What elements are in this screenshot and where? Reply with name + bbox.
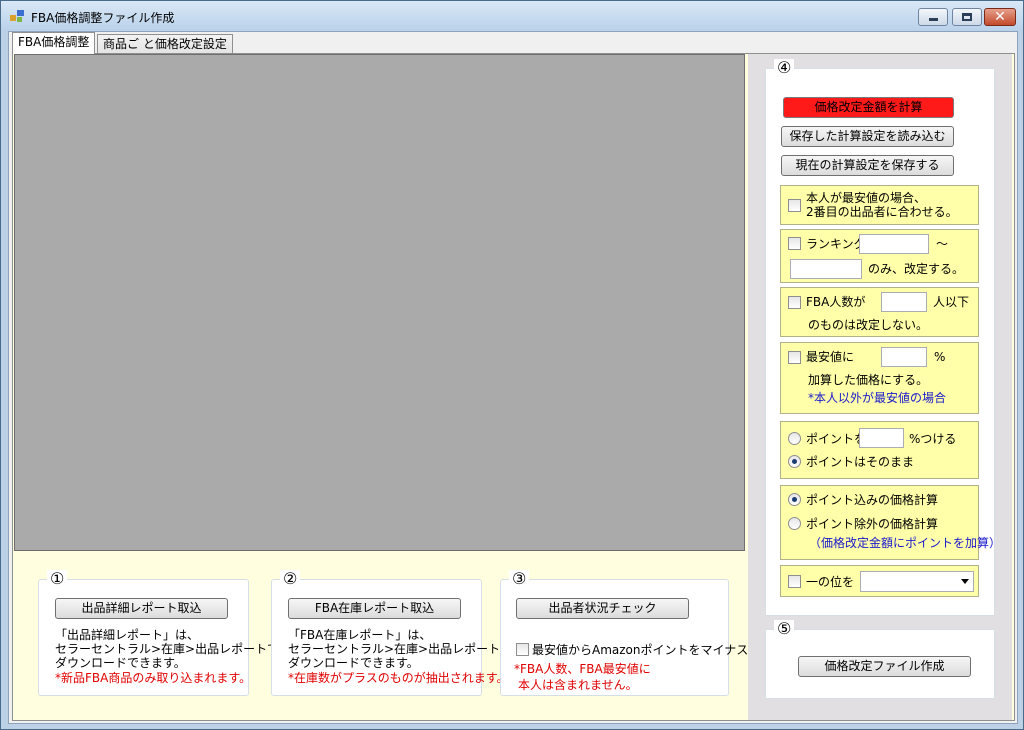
save-settings-button[interactable]: 現在の計算設定を保存する <box>781 155 954 176</box>
group-1-line-2: セラーセントラル>在庫>出品レポートで、 <box>55 642 291 656</box>
client-area: FBA価格調整 商品ご と価格改定設定 ① 出品詳細レポート取込 「出品詳細レポ… <box>8 31 1018 724</box>
group-number-3: ③ <box>509 570 530 588</box>
title-bar: FBA価格調整ファイル作成 ✕ <box>1 1 1023 31</box>
load-settings-button[interactable]: 保存した計算設定を読み込む <box>781 126 954 147</box>
group-1-line-3: ダウンロードできます。 <box>55 656 186 670</box>
markup-input[interactable] <box>881 347 927 367</box>
group-3: ③ 出品者状況チェック 最安値からAmazonポイントをマイナス *FBA人数、… <box>500 570 748 696</box>
calc-with-points-label: ポイント込みの価格計算 <box>806 493 939 507</box>
minimize-icon <box>928 18 938 21</box>
group-1-note: *新品FBA商品のみ取り込まれます。 <box>55 671 252 685</box>
fba-count-suffix: 人以下 <box>933 295 970 309</box>
points-add-radio[interactable] <box>788 432 801 445</box>
fba-count-input[interactable] <box>881 292 927 312</box>
markup-unit: % <box>934 350 946 364</box>
data-grid[interactable] <box>14 54 745 551</box>
group-number-1: ① <box>47 570 68 588</box>
group-3-note-1: *FBA人数、FBA最安値に <box>514 662 651 676</box>
ranking-from-input[interactable] <box>859 234 929 254</box>
group-number-4: ④ <box>774 59 795 77</box>
fba-count-line2: のものは改定しない。 <box>808 318 929 332</box>
tab-page: ① 出品詳細レポート取込 「出品詳細レポート」は、 セラーセントラル>在庫>出品… <box>12 53 1015 721</box>
match-second-label-1: 本人が最安値の場合、 <box>806 191 927 205</box>
option-fba-count: FBA人数が 人以下 のものは改定しない。 <box>780 287 979 337</box>
minimize-button[interactable] <box>918 8 948 26</box>
app-window: FBA価格調整ファイル作成 ✕ FBA価格調整 商品ご と価格改定設定 ① 出品… <box>0 0 1024 730</box>
ranking-suffix: のみ、改定する。 <box>868 262 965 276</box>
chevron-down-icon <box>961 579 969 584</box>
match-second-checkbox[interactable] <box>788 199 801 212</box>
calculate-price-button[interactable]: 価格改定金額を計算 <box>783 97 954 118</box>
create-price-file-button[interactable]: 価格改定ファイル作成 <box>798 656 971 677</box>
import-listing-report-button[interactable]: 出品詳細レポート取込 <box>55 598 228 619</box>
fba-count-checkbox[interactable] <box>788 296 801 309</box>
group-1-line-1: 「出品詳細レポート」は、 <box>55 628 200 642</box>
markup-checkbox[interactable] <box>788 351 801 364</box>
group-2-note: *在庫数がプラスのものが抽出されます。 <box>288 671 509 685</box>
option-match-second: 本人が最安値の場合、 2番目の出品者に合わせる。 <box>780 185 979 225</box>
ones-digit-select[interactable] <box>860 571 974 592</box>
tab-fba-price-adjust[interactable]: FBA価格調整 <box>12 32 96 54</box>
group-number-5: ⑤ <box>774 620 795 638</box>
window-title: FBA価格調整ファイル作成 <box>31 11 175 25</box>
subtract-points-checkbox[interactable] <box>516 643 529 656</box>
option-ones-digit: 一の位を <box>780 565 979 597</box>
points-percent-input[interactable] <box>859 428 904 448</box>
markup-line2: 加算した価格にする。 <box>808 373 929 387</box>
ranking-label: ランキング <box>806 237 866 251</box>
import-fba-inventory-button[interactable]: FBA在庫レポート取込 <box>288 598 461 619</box>
calc-without-points-label: ポイント除外の価格計算 <box>806 517 939 531</box>
group-1: ① 出品詳細レポート取込 「出品詳細レポート」は、 セラーセントラル>在庫>出品… <box>38 570 291 696</box>
points-keep-label: ポイントはそのまま <box>806 455 915 469</box>
right-panel: ④ 価格改定金額を計算 保存した計算設定を読み込む 現在の計算設定を保存する 本… <box>748 54 1012 720</box>
markup-label: 最安値に <box>806 350 855 364</box>
option-calc-mode: ポイント込みの価格計算 ポイント除外の価格計算 （価格改定金額にポイントを加算） <box>780 485 1001 560</box>
close-button[interactable]: ✕ <box>984 8 1016 26</box>
group-2-line-1: 「FBA在庫レポート」は、 <box>288 628 432 642</box>
calc-with-points-radio[interactable] <box>788 493 801 506</box>
group-2: ② FBA在庫レポート取込 「FBA在庫レポート」は、 セラーセントラル>在庫>… <box>271 570 524 696</box>
calc-mode-note: （価格改定金額にポイントを加算） <box>809 536 1002 550</box>
group-4: ④ 価格改定金額を計算 保存した計算設定を読み込む 現在の計算設定を保存する 本… <box>765 59 1001 616</box>
app-icon <box>10 10 24 22</box>
option-points: ポイントを %つける ポイントはそのまま <box>780 421 979 479</box>
maximize-icon <box>962 13 972 21</box>
calc-without-points-radio[interactable] <box>788 517 801 530</box>
group-2-line-3: ダウンロードできます。 <box>288 656 419 670</box>
markup-note: *本人以外が最安値の場合 <box>808 391 947 405</box>
group-number-2: ② <box>280 570 301 588</box>
ones-digit-label: 一の位を <box>806 575 855 589</box>
option-markup: 最安値に % 加算した価格にする。 *本人以外が最安値の場合 <box>780 342 979 414</box>
maximize-button[interactable] <box>952 8 982 26</box>
group-3-note-2: 本人は含まれません。 <box>518 678 638 692</box>
group-5: ⑤ 価格改定ファイル作成 <box>765 620 995 699</box>
group-2-line-2: セラーセントラル>在庫>出品レポートで、 <box>288 642 524 656</box>
ranking-to-input[interactable] <box>790 259 862 279</box>
subtract-points-label: 最安値からAmazonポイントをマイナス <box>532 643 749 657</box>
check-seller-status-button[interactable]: 出品者状況チェック <box>516 598 689 619</box>
tab-per-item-settings[interactable]: 商品ご と価格改定設定 <box>97 34 233 54</box>
ones-digit-checkbox[interactable] <box>788 575 801 588</box>
ranking-checkbox[interactable] <box>788 237 801 250</box>
match-second-label-2: 2番目の出品者に合わせる。 <box>806 205 958 219</box>
option-ranking: ランキング ～ のみ、改定する。 <box>780 229 979 283</box>
points-keep-radio[interactable] <box>788 455 801 468</box>
points-add-label: ポイントを <box>806 432 867 446</box>
close-icon: ✕ <box>994 9 1006 25</box>
fba-count-label: FBA人数が <box>806 295 866 309</box>
points-add-suffix: %つける <box>909 432 957 446</box>
ranking-tilde: ～ <box>936 237 949 251</box>
